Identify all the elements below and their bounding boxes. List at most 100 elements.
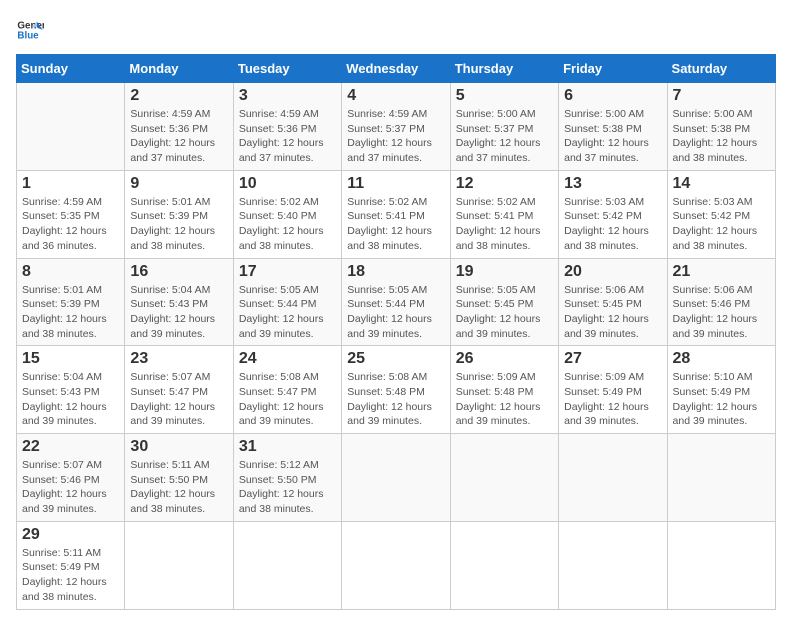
- day-number: 27: [564, 350, 661, 368]
- day-number: 14: [673, 175, 770, 193]
- day-number: 24: [239, 350, 336, 368]
- day-detail: Sunrise: 5:10 AM Sunset: 5:49 PM Dayligh…: [673, 370, 770, 429]
- calendar-cell: [450, 434, 558, 522]
- calendar-cell: 8 Sunrise: 5:01 AM Sunset: 5:39 PM Daylig…: [17, 258, 125, 346]
- day-number: 28: [673, 350, 770, 368]
- calendar-cell: [450, 521, 558, 609]
- day-number: 1: [22, 175, 119, 193]
- calendar-cell: 12Sunrise: 5:02 AM Sunset: 5:41 PM Dayli…: [450, 170, 558, 258]
- day-detail: Sunrise: 4:59 AM Sunset: 5:36 PM Dayligh…: [239, 107, 336, 166]
- day-detail: Sunrise: 5:07 AM Sunset: 5:47 PM Dayligh…: [130, 370, 227, 429]
- day-number: 31: [239, 438, 336, 456]
- calendar-cell: 30Sunrise: 5:11 AM Sunset: 5:50 PM Dayli…: [125, 434, 233, 522]
- calendar-cell: [233, 521, 341, 609]
- week-row-5: 29 Sunrise: 5:11 AM Sunset: 5:49 PM Dayli…: [17, 521, 776, 609]
- day-detail: Sunrise: 5:01 AM Sunset: 5:39 PM Dayligh…: [22, 283, 119, 342]
- day-detail: Sunrise: 5:03 AM Sunset: 5:42 PM Dayligh…: [564, 195, 661, 254]
- calendar-cell: 9Sunrise: 5:01 AM Sunset: 5:39 PM Daylig…: [125, 170, 233, 258]
- day-detail: Sunrise: 5:06 AM Sunset: 5:46 PM Dayligh…: [673, 283, 770, 342]
- day-number: 16: [130, 263, 227, 281]
- day-detail: Sunrise: 5:09 AM Sunset: 5:49 PM Dayligh…: [564, 370, 661, 429]
- day-number: 17: [239, 263, 336, 281]
- day-detail: Sunrise: 5:08 AM Sunset: 5:48 PM Dayligh…: [347, 370, 444, 429]
- header-monday: Monday: [125, 55, 233, 83]
- day-detail: Sunrise: 5:02 AM Sunset: 5:41 PM Dayligh…: [347, 195, 444, 254]
- day-number: 3: [239, 87, 336, 105]
- week-row-4: 22Sunrise: 5:07 AM Sunset: 5:46 PM Dayli…: [17, 434, 776, 522]
- calendar-cell: [667, 521, 775, 609]
- calendar-cell: 6 Sunrise: 5:00 AM Sunset: 5:38 PM Daylig…: [559, 83, 667, 171]
- calendar-cell: [667, 434, 775, 522]
- calendar-cell: 5 Sunrise: 5:00 AM Sunset: 5:37 PM Daylig…: [450, 83, 558, 171]
- day-detail: Sunrise: 5:00 AM Sunset: 5:38 PM Dayligh…: [673, 107, 770, 166]
- calendar-cell: 1 Sunrise: 4:59 AM Sunset: 5:35 PM Daylig…: [17, 170, 125, 258]
- day-detail: Sunrise: 5:05 AM Sunset: 5:44 PM Dayligh…: [347, 283, 444, 342]
- calendar-cell: 28 Sunrise: 5:10 AM Sunset: 5:49 PM Dayli…: [667, 346, 775, 434]
- calendar-cell: 10Sunrise: 5:02 AM Sunset: 5:40 PM Dayli…: [233, 170, 341, 258]
- day-number: 13: [564, 175, 661, 193]
- calendar-cell: 29 Sunrise: 5:11 AM Sunset: 5:49 PM Dayli…: [17, 521, 125, 609]
- calendar-cell: 11Sunrise: 5:02 AM Sunset: 5:41 PM Dayli…: [342, 170, 450, 258]
- day-detail: Sunrise: 5:07 AM Sunset: 5:46 PM Dayligh…: [22, 458, 119, 517]
- day-detail: Sunrise: 5:02 AM Sunset: 5:41 PM Dayligh…: [456, 195, 553, 254]
- day-detail: Sunrise: 5:11 AM Sunset: 5:50 PM Dayligh…: [130, 458, 227, 517]
- day-detail: Sunrise: 5:04 AM Sunset: 5:43 PM Dayligh…: [130, 283, 227, 342]
- day-detail: Sunrise: 5:00 AM Sunset: 5:37 PM Dayligh…: [456, 107, 553, 166]
- calendar-cell: 23 Sunrise: 5:07 AM Sunset: 5:47 PM Dayli…: [125, 346, 233, 434]
- calendar-cell: 14Sunrise: 5:03 AM Sunset: 5:42 PM Dayli…: [667, 170, 775, 258]
- calendar-cell: [342, 521, 450, 609]
- calendar-cell: 21 Sunrise: 5:06 AM Sunset: 5:46 PM Dayli…: [667, 258, 775, 346]
- day-number: 8: [22, 263, 119, 281]
- day-number: 7: [673, 87, 770, 105]
- header-thursday: Thursday: [450, 55, 558, 83]
- logo-icon: General Blue: [16, 16, 44, 44]
- calendar-cell: 18 Sunrise: 5:05 AM Sunset: 5:44 PM Dayli…: [342, 258, 450, 346]
- calendar-cell: [342, 434, 450, 522]
- day-detail: Sunrise: 5:01 AM Sunset: 5:39 PM Dayligh…: [130, 195, 227, 254]
- day-number: 18: [347, 263, 444, 281]
- week-row-0: 2Sunrise: 4:59 AM Sunset: 5:36 PM Daylig…: [17, 83, 776, 171]
- day-detail: Sunrise: 5:06 AM Sunset: 5:45 PM Dayligh…: [564, 283, 661, 342]
- calendar-cell: 3 Sunrise: 4:59 AM Sunset: 5:36 PM Daylig…: [233, 83, 341, 171]
- calendar-cell: 4 Sunrise: 4:59 AM Sunset: 5:37 PM Daylig…: [342, 83, 450, 171]
- day-number: 19: [456, 263, 553, 281]
- calendar-cell: 27 Sunrise: 5:09 AM Sunset: 5:49 PM Dayli…: [559, 346, 667, 434]
- day-detail: Sunrise: 4:59 AM Sunset: 5:37 PM Dayligh…: [347, 107, 444, 166]
- header-wednesday: Wednesday: [342, 55, 450, 83]
- calendar-cell: [17, 83, 125, 171]
- day-detail: Sunrise: 5:05 AM Sunset: 5:45 PM Dayligh…: [456, 283, 553, 342]
- day-detail: Sunrise: 5:11 AM Sunset: 5:49 PM Dayligh…: [22, 546, 119, 605]
- day-number: 6: [564, 87, 661, 105]
- day-number: 21: [673, 263, 770, 281]
- day-number: 4: [347, 87, 444, 105]
- day-number: 29: [22, 526, 119, 544]
- day-detail: Sunrise: 5:00 AM Sunset: 5:38 PM Dayligh…: [564, 107, 661, 166]
- calendar-cell: [559, 521, 667, 609]
- day-detail: Sunrise: 5:09 AM Sunset: 5:48 PM Dayligh…: [456, 370, 553, 429]
- calendar-cell: 15 Sunrise: 5:04 AM Sunset: 5:43 PM Dayli…: [17, 346, 125, 434]
- logo: General Blue: [16, 16, 44, 44]
- calendar-table: SundayMondayTuesdayWednesdayThursdayFrid…: [16, 54, 776, 610]
- day-number: 5: [456, 87, 553, 105]
- calendar-cell: [559, 434, 667, 522]
- calendar-cell: 20 Sunrise: 5:06 AM Sunset: 5:45 PM Dayli…: [559, 258, 667, 346]
- page-header: General Blue: [16, 16, 776, 44]
- header-friday: Friday: [559, 55, 667, 83]
- calendar-cell: 22Sunrise: 5:07 AM Sunset: 5:46 PM Dayli…: [17, 434, 125, 522]
- day-detail: Sunrise: 5:08 AM Sunset: 5:47 PM Dayligh…: [239, 370, 336, 429]
- day-number: 26: [456, 350, 553, 368]
- calendar-cell: 17Sunrise: 5:05 AM Sunset: 5:44 PM Dayli…: [233, 258, 341, 346]
- days-header-row: SundayMondayTuesdayWednesdayThursdayFrid…: [17, 55, 776, 83]
- week-row-3: 15 Sunrise: 5:04 AM Sunset: 5:43 PM Dayli…: [17, 346, 776, 434]
- calendar-cell: 2Sunrise: 4:59 AM Sunset: 5:36 PM Daylig…: [125, 83, 233, 171]
- week-row-1: 1 Sunrise: 4:59 AM Sunset: 5:35 PM Daylig…: [17, 170, 776, 258]
- calendar-cell: 19 Sunrise: 5:05 AM Sunset: 5:45 PM Dayli…: [450, 258, 558, 346]
- day-number: 23: [130, 350, 227, 368]
- day-number: 15: [22, 350, 119, 368]
- day-detail: Sunrise: 4:59 AM Sunset: 5:35 PM Dayligh…: [22, 195, 119, 254]
- day-detail: Sunrise: 5:12 AM Sunset: 5:50 PM Dayligh…: [239, 458, 336, 517]
- day-detail: Sunrise: 4:59 AM Sunset: 5:36 PM Dayligh…: [130, 107, 227, 166]
- day-detail: Sunrise: 5:04 AM Sunset: 5:43 PM Dayligh…: [22, 370, 119, 429]
- day-number: 20: [564, 263, 661, 281]
- header-sunday: Sunday: [17, 55, 125, 83]
